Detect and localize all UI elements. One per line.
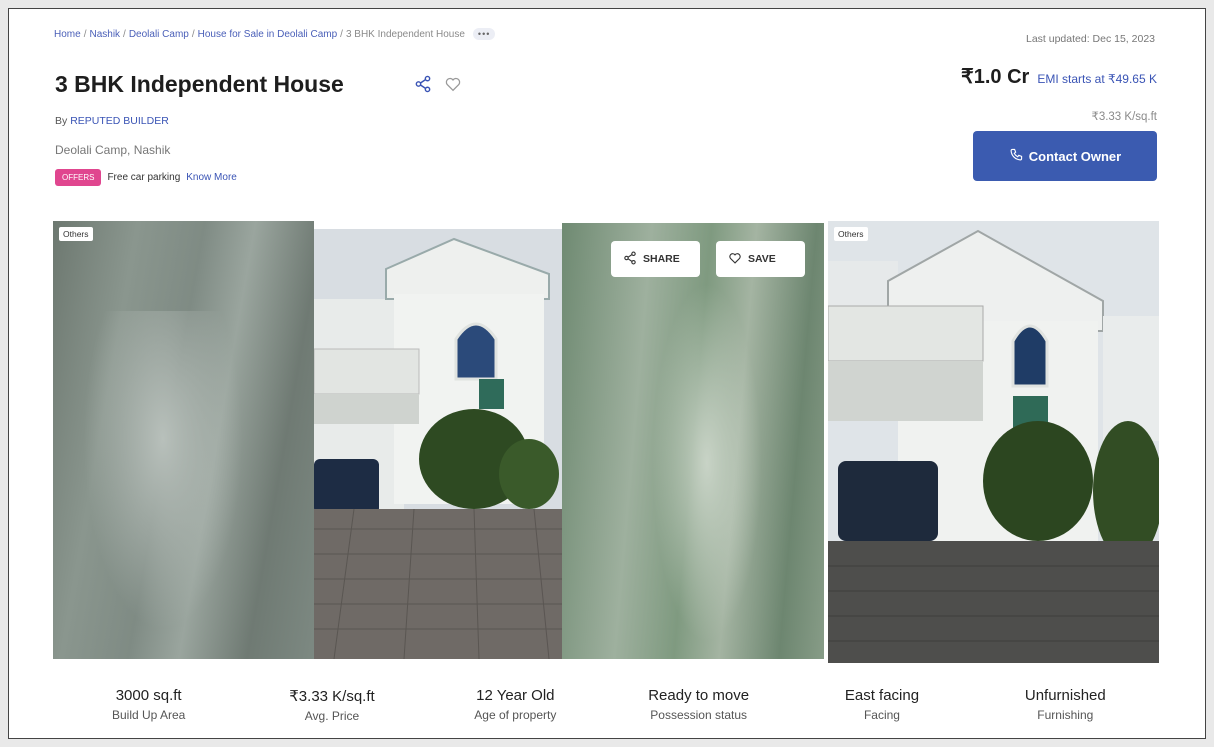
stat-value: Ready to move (648, 687, 750, 704)
gallery-photo-2[interactable] (314, 229, 562, 659)
page-title: 3 BHK Independent House (55, 71, 344, 97)
stat-label: Age of property (474, 708, 557, 722)
contact-owner-button[interactable]: Contact Owner (973, 131, 1157, 181)
gallery-photo-3[interactable]: SHARE SAVE (562, 223, 824, 659)
breadcrumb-more-button[interactable]: ••• (472, 28, 496, 40)
gallery-photo-1[interactable]: Others (53, 221, 314, 659)
property-stats: 3000 sq.ft Build Up Area ₹3.33 K/sq.ft A… (57, 687, 1157, 723)
house-photo-illustration (828, 221, 1159, 663)
stat-value: ₹3.33 K/sq.ft (289, 688, 375, 705)
stat-age: 12 Year Old Age of property (424, 687, 607, 723)
stat-label: Facing (863, 708, 900, 722)
stat-build-up-area: 3000 sq.ft Build Up Area (57, 687, 240, 723)
by-prefix: By (55, 115, 68, 127)
know-more-link[interactable]: Know More (186, 172, 237, 183)
house-photo-illustration (314, 229, 562, 659)
stat-value: 3000 sq.ft (115, 687, 182, 704)
stat-label: Build Up Area (111, 708, 186, 722)
breadcrumb-deolali-camp[interactable]: Deolali Camp (129, 29, 189, 40)
price: ₹1.0 Cr (961, 66, 1030, 88)
stat-facing: East facing Facing (790, 687, 973, 723)
emi-link[interactable]: EMI starts at ₹49.65 K (1037, 72, 1157, 86)
phone-icon (1009, 148, 1023, 165)
property-listing-page: Home / Nashik / Deolali Camp / House for Sa… (8, 8, 1206, 739)
gallery-photo-4[interactable]: Others (828, 221, 1159, 663)
share-button[interactable]: SHARE (611, 241, 700, 277)
share-icon (623, 251, 637, 268)
offer-text: Free car parking (107, 172, 181, 183)
photo-gallery: Others SHARE SAVE Others (53, 221, 1159, 663)
breadcrumb: Home / Nashik / Deolali Camp / House for Sa… (54, 28, 496, 40)
offers-badge: OFFERS (55, 169, 102, 186)
stat-label: Avg. Price (304, 709, 360, 723)
stat-possession: Ready to move Possession status (607, 687, 790, 723)
save-label: SAVE (748, 253, 776, 265)
contact-owner-label: Contact Owner (1028, 148, 1122, 164)
stat-value: 12 Year Old (476, 687, 555, 704)
share-label: SHARE (643, 253, 680, 265)
builder-line: By REPUTED BUILDER (55, 115, 169, 127)
stat-furnishing: Unfurnished Furnishing (974, 687, 1157, 723)
heart-icon (728, 251, 742, 268)
photo-tag: Others (834, 227, 868, 241)
share-icon[interactable] (414, 75, 432, 98)
stat-avg-price: ₹3.33 K/sq.ft Avg. Price (240, 687, 423, 723)
last-updated: Last updated: Dec 15, 2023 (1025, 33, 1155, 45)
locality: Deolali Camp, Nashik (55, 143, 171, 157)
price-per-sqft: ₹3.33 K/sq.ft (1091, 111, 1158, 123)
stat-value: Unfurnished (1024, 687, 1106, 704)
stat-label: Possession status (650, 708, 747, 722)
stat-label: Furnishing (1037, 708, 1094, 722)
breadcrumb-nashik[interactable]: Nashik (89, 29, 120, 40)
price-row: ₹1.0 Cr EMI starts at ₹49.65 K (961, 64, 1157, 89)
offer-row: OFFERS Free car parking Know More (55, 169, 237, 186)
breadcrumb-house-for-sale[interactable]: House for Sale in Deolali Camp (198, 29, 338, 40)
breadcrumb-current: 3 BHK Independent House (345, 28, 465, 40)
breadcrumb-home[interactable]: Home (54, 29, 81, 40)
photo-tag: Others (59, 227, 93, 241)
builder-link[interactable]: REPUTED BUILDER (70, 115, 169, 127)
heart-icon[interactable] (444, 75, 462, 98)
stat-value: East facing (844, 687, 920, 704)
save-button[interactable]: SAVE (716, 241, 805, 277)
